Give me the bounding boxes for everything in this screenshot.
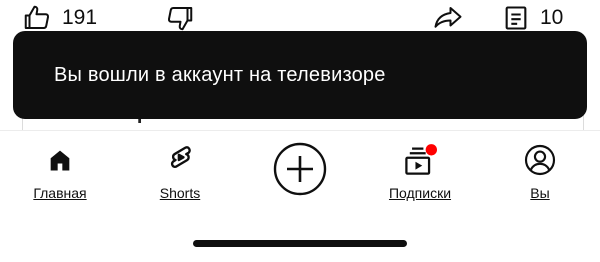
toast-notification: Вы вошли в аккаунт на телевизоре <box>13 31 587 119</box>
shorts-icon <box>170 146 191 168</box>
nav-home[interactable]: Главная <box>26 143 94 201</box>
comments-count: 10 <box>540 6 564 29</box>
nav-home-label: Главная <box>33 185 87 201</box>
share-button[interactable] <box>432 3 464 33</box>
comments-icon <box>505 6 527 30</box>
nav-subscriptions[interactable]: Подписки <box>378 143 462 201</box>
nav-you[interactable]: Вы <box>518 143 562 201</box>
subscriptions-icon <box>405 144 437 175</box>
create-button[interactable] <box>272 141 328 197</box>
toast-message: Вы вошли в аккаунт на телевизоре <box>54 64 386 86</box>
nav-subscriptions-label: Подписки <box>388 185 452 201</box>
dislike-button[interactable] <box>165 3 195 33</box>
like-button[interactable]: 191 <box>22 3 97 33</box>
nav-shorts[interactable]: Shorts <box>150 143 210 201</box>
home-indicator-bar[interactable] <box>193 240 407 247</box>
thumbs-down-icon <box>167 7 193 31</box>
like-count: 191 <box>62 6 98 29</box>
account-icon <box>524 144 556 176</box>
nav-you-label: Вы <box>530 185 550 201</box>
share-arrow-icon <box>434 7 462 28</box>
comments-button[interactable]: 10 <box>502 3 563 33</box>
nav-shorts-label: Shorts <box>159 185 201 201</box>
bottom-navigation: Главная Shorts Подписки Вы <box>0 130 600 211</box>
create-plus-icon <box>273 142 327 196</box>
thumbs-up-icon <box>24 5 50 29</box>
home-icon <box>50 150 70 171</box>
